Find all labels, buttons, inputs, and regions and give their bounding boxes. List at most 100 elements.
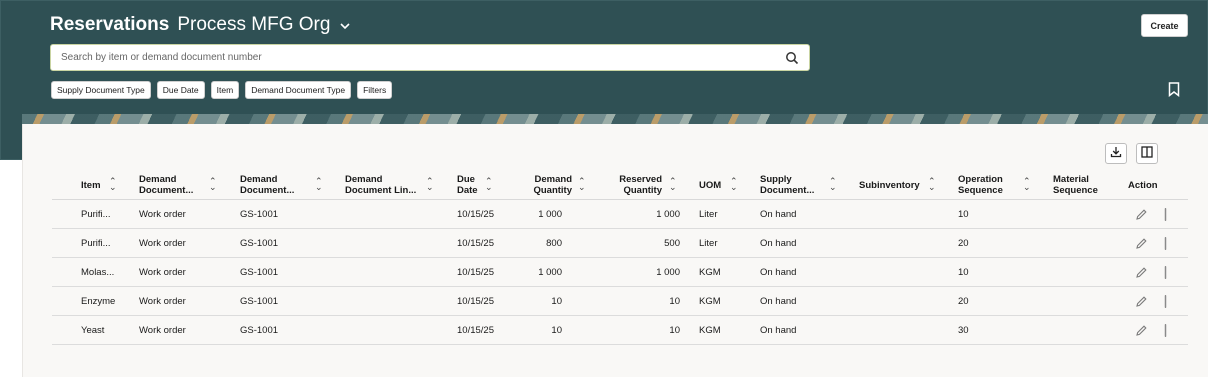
column-header-label: Document Lin... <box>345 185 417 196</box>
column-header-demand-document-line[interactable]: Demand Document Lin... <box>345 170 416 200</box>
column-header-label: Demand <box>534 174 572 185</box>
pencil-icon[interactable] <box>1135 237 1148 250</box>
search-bar <box>50 44 810 71</box>
org-selector[interactable]: Process MFG Org <box>177 14 330 36</box>
sort-icon[interactable]: ⌃ ⌄ <box>315 177 323 192</box>
sort-icon[interactable]: ⌃ ⌄ <box>730 177 738 192</box>
cell-item[interactable]: Purifi... <box>81 200 111 229</box>
kebab-icon[interactable] <box>1164 208 1167 221</box>
sort-icon[interactable]: ⌃ ⌄ <box>426 177 434 192</box>
cell-item[interactable]: Molas... <box>81 258 114 287</box>
column-header-label: Sequence <box>1053 185 1098 196</box>
sort-icon[interactable]: ⌃ ⌄ <box>209 177 217 192</box>
table-row[interactable]: Purifi... Work order GS-1001 10/15/25 1 … <box>52 200 1188 229</box>
search-icon[interactable] <box>785 51 799 65</box>
sort-icon[interactable]: ⌃ ⌄ <box>1023 177 1031 192</box>
cell-uom: KGM <box>699 325 721 336</box>
table-row[interactable]: Molas... Work order GS-1001 10/15/25 1 0… <box>52 258 1188 287</box>
table-row[interactable]: Purifi... Work order GS-1001 10/15/25 80… <box>52 229 1188 258</box>
title-row: Reservations Process MFG Org <box>50 14 350 36</box>
sort-icon[interactable]: ⌃ ⌄ <box>578 177 586 192</box>
filter-chip-demand-document-type[interactable]: Demand Document Type <box>245 81 352 99</box>
cell-demand-quantity: 1 000 <box>538 209 562 220</box>
column-header-item[interactable]: Item <box>81 170 101 200</box>
sort-icon[interactable]: ⌃ ⌄ <box>485 177 493 192</box>
column-header-supply-document[interactable]: Supply Document... <box>760 170 814 200</box>
sort-icon[interactable]: ⌃ ⌄ <box>829 177 837 192</box>
cell-demand-document-type: Work order <box>139 325 186 336</box>
column-header-uom[interactable]: UOM <box>699 170 721 200</box>
cell-demand-document-type: Work order <box>139 209 186 220</box>
table-row[interactable]: Yeast Work order GS-1001 10/15/25 10 10 … <box>52 316 1188 345</box>
column-header-label: Action <box>1128 179 1158 191</box>
cell-demand-document-type: Work order <box>139 238 186 249</box>
pencil-icon[interactable] <box>1135 295 1148 308</box>
cell-demand-document[interactable]: GS-1001 <box>240 229 278 258</box>
pencil-icon[interactable] <box>1135 208 1148 221</box>
cell-uom: Liter <box>699 238 718 249</box>
download-button[interactable] <box>1105 143 1127 164</box>
columns-icon <box>1141 145 1153 163</box>
column-header-label: Due <box>457 174 475 185</box>
page-title: Reservations <box>50 14 170 35</box>
cell-demand-document[interactable]: GS-1001 <box>240 316 278 345</box>
column-header-label: Demand <box>345 174 383 185</box>
cell-demand-document[interactable]: GS-1001 <box>240 200 278 229</box>
cell-reserved-quantity: 1 000 <box>656 267 680 278</box>
cell-item[interactable]: Purifi... <box>81 229 111 258</box>
cell-uom: KGM <box>699 296 721 307</box>
search-input[interactable] <box>61 52 761 63</box>
pencil-icon[interactable] <box>1135 324 1148 337</box>
cell-demand-document[interactable]: GS-1001 <box>240 287 278 316</box>
filters-button[interactable]: Filters <box>357 81 393 99</box>
cell-operation-sequence: 20 <box>958 296 969 307</box>
column-header-reserved-quantity[interactable]: Reserved Quantity <box>612 170 662 200</box>
cell-supply-document: On hand <box>760 209 797 220</box>
column-header-label: Quantity <box>533 185 572 196</box>
cell-uom: KGM <box>699 267 721 278</box>
table-row[interactable]: Enzyme Work order GS-1001 10/15/25 10 10… <box>52 287 1188 316</box>
filter-chip-due-date[interactable]: Due Date <box>156 81 205 99</box>
column-header-label: Document... <box>240 185 295 196</box>
column-header-label: Date <box>457 185 478 196</box>
kebab-icon[interactable] <box>1164 266 1167 279</box>
cell-operation-sequence: 10 <box>958 209 969 220</box>
kebab-icon[interactable] <box>1164 237 1167 250</box>
cell-demand-quantity: 1 000 <box>538 267 562 278</box>
column-header-demand-document-type[interactable]: Demand Document... <box>139 170 193 200</box>
cell-demand-document[interactable]: GS-1001 <box>240 258 278 287</box>
column-header-operation-sequence[interactable]: Operation Sequence <box>958 170 1003 200</box>
cell-demand-quantity: 10 <box>551 325 562 336</box>
cell-item[interactable]: Enzyme <box>81 287 115 316</box>
cell-item[interactable]: Yeast <box>81 316 104 345</box>
column-header-due-date[interactable]: Due Date <box>457 170 478 200</box>
sort-icon[interactable]: ⌃ ⌄ <box>109 177 117 192</box>
cell-demand-quantity: 800 <box>546 238 562 249</box>
column-header-label: UOM <box>699 179 722 191</box>
sort-icon[interactable]: ⌃ ⌄ <box>928 177 936 192</box>
column-header-material-sequence: Material Sequence <box>1053 170 1098 200</box>
filter-chip-item[interactable]: Item <box>210 81 240 99</box>
column-header-label: Demand <box>240 174 278 185</box>
column-header-subinventory[interactable]: Subinventory <box>859 170 920 200</box>
cell-demand-document-type: Work order <box>139 296 186 307</box>
kebab-icon[interactable] <box>1164 324 1167 337</box>
table-header: Item ⌃ ⌄ Demand Document... ⌃ ⌄ Demand Doc… <box>52 170 1188 200</box>
kebab-icon[interactable] <box>1164 295 1167 308</box>
column-header-demand-quantity[interactable]: Demand Quantity <box>522 170 572 200</box>
sort-icon[interactable]: ⌃ ⌄ <box>669 177 677 192</box>
manage-columns-button[interactable] <box>1136 143 1158 164</box>
bookmark-icon[interactable] <box>1168 82 1180 98</box>
column-header-demand-document[interactable]: Demand Document... <box>240 170 294 200</box>
pencil-icon[interactable] <box>1135 266 1148 279</box>
filter-chips: Supply Document Type Due Date Item Deman… <box>51 81 393 99</box>
cell-uom: Liter <box>699 209 718 220</box>
cell-supply-document: On hand <box>760 267 797 278</box>
cell-due-date: 10/15/25 <box>457 238 494 249</box>
column-header-label: Document... <box>760 185 815 196</box>
cell-supply-document: On hand <box>760 325 797 336</box>
chevron-down-icon[interactable] <box>340 19 350 33</box>
filter-chip-supply-document-type[interactable]: Supply Document Type <box>51 81 151 99</box>
create-button[interactable]: Create <box>1141 14 1188 37</box>
column-header-label: Material <box>1053 174 1089 185</box>
